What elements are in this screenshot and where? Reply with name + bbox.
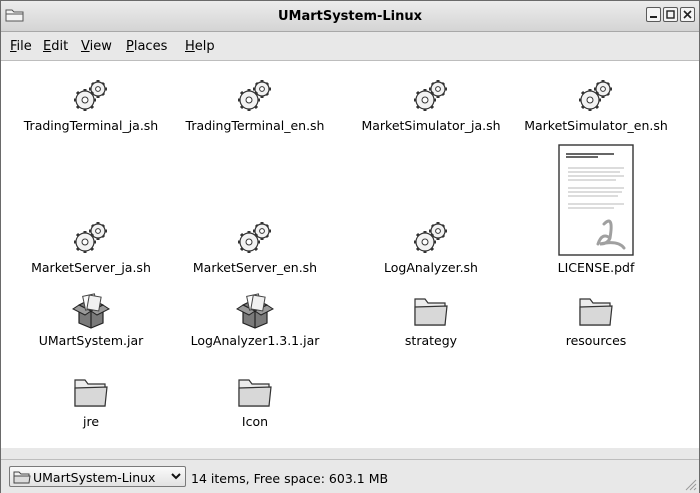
location-dropdown[interactable]: UMartSystem-Linux — [9, 466, 186, 487]
file-manager-window: UMartSystem-Linux File Edit View Places … — [0, 0, 700, 493]
file-name: strategy — [404, 333, 458, 348]
status-text: 14 items, Free space: 603.1 MB — [191, 471, 389, 486]
gears-icon — [238, 222, 271, 253]
file-item[interactable]: LogAnalyzer1.3.1.jar — [170, 293, 340, 348]
status-bar: UMartSystem-Linux 14 items, Free space: … — [1, 459, 699, 493]
file-name: UMartSystem.jar — [38, 333, 144, 348]
file-name: TradingTerminal_en.sh — [185, 118, 325, 133]
resize-grip-icon[interactable] — [683, 477, 697, 491]
file-item[interactable]: UMartSystem.jar — [6, 293, 176, 348]
jar-package-icon — [72, 293, 110, 329]
file-item[interactable]: TradingTerminal_en.sh — [170, 78, 340, 133]
gears-icon — [414, 80, 447, 111]
file-item[interactable]: TradingTerminal_ja.sh — [6, 78, 176, 133]
folder-icon — [579, 298, 613, 326]
file-item[interactable]: jre — [6, 374, 176, 429]
gears-icon — [414, 222, 447, 253]
close-button[interactable] — [680, 7, 695, 22]
gears-icon — [74, 80, 107, 111]
gears-icon — [579, 80, 612, 111]
file-name: MarketSimulator_ja.sh — [361, 118, 501, 133]
gears-icon — [74, 222, 107, 253]
menu-view[interactable]: View — [81, 39, 112, 54]
file-name: TradingTerminal_ja.sh — [23, 118, 159, 133]
file-item[interactable]: strategy — [346, 293, 516, 348]
file-name: LogAnalyzer.sh — [384, 260, 478, 275]
gears-icon — [238, 80, 271, 111]
file-name: MarketSimulator_en.sh — [524, 118, 668, 133]
file-view[interactable]: TradingTerminal_ja.sh TradingTerminal_en… — [1, 61, 699, 448]
file-item[interactable]: LICENSE.pdf — [511, 144, 681, 275]
file-name: MarketServer_en.sh — [192, 260, 318, 275]
chevron-down-icon — [171, 473, 181, 480]
jar-package-icon — [236, 293, 274, 329]
file-name: MarketServer_ja.sh — [31, 260, 151, 275]
maximize-icon — [666, 10, 675, 19]
location-label: UMartSystem-Linux — [33, 470, 156, 485]
folder-icon — [238, 379, 272, 407]
menu-bar: File Edit View Places Help — [1, 32, 699, 61]
file-name: resources — [565, 333, 627, 348]
file-name: jre — [82, 414, 100, 429]
folder-icon — [13, 471, 31, 484]
minimize-button[interactable] — [646, 7, 661, 22]
file-item[interactable]: MarketSimulator_en.sh — [511, 78, 681, 133]
file-item[interactable]: MarketServer_en.sh — [170, 220, 340, 275]
file-name: Icon — [241, 414, 269, 429]
file-item[interactable]: LogAnalyzer.sh — [346, 220, 516, 275]
title-bar[interactable]: UMartSystem-Linux — [1, 1, 699, 32]
folder-icon — [414, 298, 448, 326]
close-icon — [683, 10, 692, 19]
file-name: LICENSE.pdf — [557, 260, 635, 275]
maximize-button[interactable] — [663, 7, 678, 22]
file-item[interactable]: MarketSimulator_ja.sh — [346, 78, 516, 133]
menu-help[interactable]: Help — [185, 39, 215, 54]
menu-places[interactable]: Places — [126, 39, 167, 54]
menu-edit[interactable]: Edit — [43, 39, 68, 54]
pdf-document-icon — [558, 144, 634, 256]
minimize-icon — [650, 16, 657, 18]
folder-icon — [74, 379, 108, 407]
file-name: LogAnalyzer1.3.1.jar — [190, 333, 320, 348]
file-item[interactable]: Icon — [170, 374, 340, 429]
window-title: UMartSystem-Linux — [277, 9, 423, 24]
file-item[interactable]: resources — [511, 293, 681, 348]
menu-file[interactable]: File — [10, 39, 32, 54]
file-item[interactable]: MarketServer_ja.sh — [6, 220, 176, 275]
